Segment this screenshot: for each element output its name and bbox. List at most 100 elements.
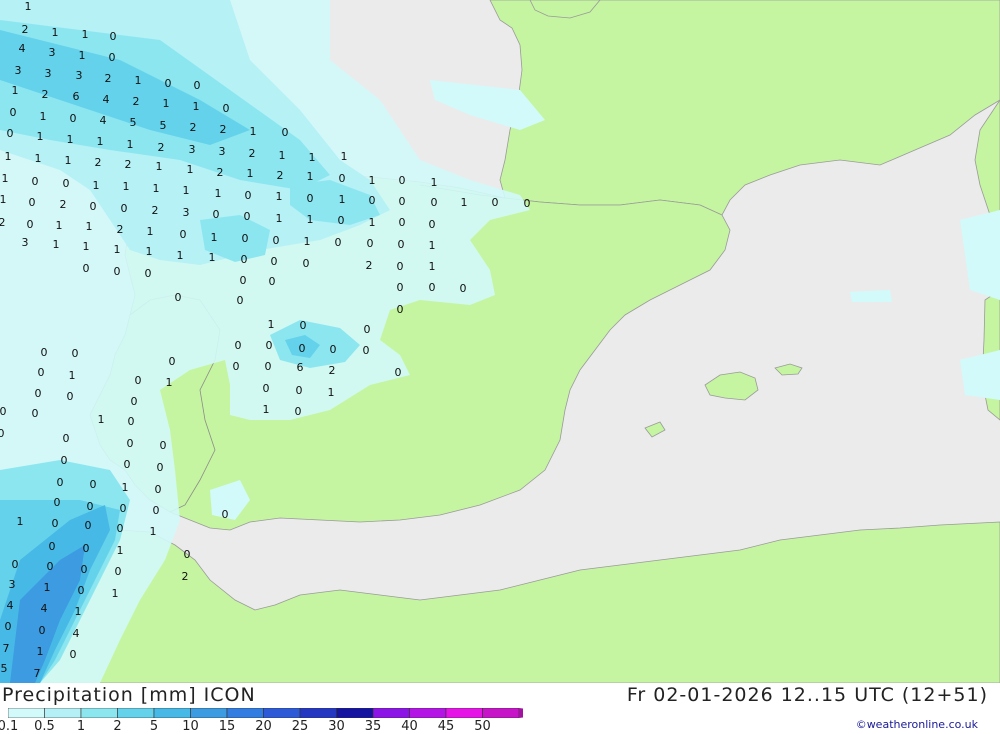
precip-value-label: 0	[12, 558, 19, 571]
precip-value-label: 1	[35, 152, 42, 165]
precip-value-label: 1	[40, 110, 47, 123]
precip-value-label: 0	[492, 196, 499, 209]
precip-value-label: 1	[37, 645, 44, 658]
precip-value-label: 3	[183, 206, 190, 219]
precip-value-label: 0	[339, 172, 346, 185]
precip-value-label: 0	[47, 560, 54, 573]
precip-value-label: 5	[130, 116, 137, 129]
precip-value-label: 0	[29, 196, 36, 209]
precip-value-label: 0	[367, 237, 374, 250]
precip-value-label: 2	[217, 166, 224, 179]
precip-value-label: 0	[335, 236, 342, 249]
color-scale-segment	[190, 708, 228, 718]
precip-value-label: 0	[153, 504, 160, 517]
precip-value-label: 1	[135, 74, 142, 87]
precip-value-label: 3	[76, 69, 83, 82]
color-scale-tick-label: 30	[328, 719, 345, 734]
precip-value-label: 0	[241, 253, 248, 266]
precip-value-label: 0	[61, 454, 68, 467]
precip-value-label: 1	[25, 0, 32, 13]
precip-value-label: 0	[364, 323, 371, 336]
color-scale-tick-label: 50	[474, 719, 491, 734]
precip-value-label: 1	[52, 26, 59, 39]
precip-value-label: 1	[112, 587, 119, 600]
precip-value-label: 1	[0, 193, 7, 206]
precip-value-label: 1	[177, 249, 184, 262]
precip-value-label: 0	[237, 294, 244, 307]
precip-value-label: 0	[303, 257, 310, 270]
precip-value-label: 0	[395, 366, 402, 379]
color-scale-segment	[8, 708, 45, 718]
color-scale-tick-label: 20	[255, 719, 272, 734]
color-scale-tick-label: 35	[364, 719, 382, 734]
precip-value-label: 0	[114, 265, 121, 278]
precip-value-label: 3	[49, 46, 56, 59]
precip-value-label: 0	[145, 267, 152, 280]
precip-value-label: 1	[93, 179, 100, 192]
color-scale-segment	[482, 708, 520, 718]
precip-value-label: 0	[157, 461, 164, 474]
precip-value-label: 1	[369, 174, 376, 187]
precip-value-label: 0	[90, 478, 97, 491]
precip-value-label: 2	[42, 88, 49, 101]
credit-link[interactable]: ©weatheronline.co.uk	[856, 718, 978, 731]
precip-value-label: 0	[184, 548, 191, 561]
color-scale-segment	[226, 708, 264, 718]
precip-value-label: 0	[460, 282, 467, 295]
precip-value-label: 1	[67, 133, 74, 146]
precip-value-label: 0	[110, 30, 117, 43]
precip-value-label: 0	[399, 195, 406, 208]
color-scale-segment	[372, 708, 410, 718]
precip-value-label: 0	[399, 216, 406, 229]
precip-value-label: 4	[73, 627, 80, 640]
precip-value-label: 2	[117, 223, 124, 236]
precip-value-label: 0	[32, 407, 39, 420]
precip-value-label: 0	[194, 79, 201, 92]
precip-value-label: 2	[329, 364, 336, 377]
precip-value-label: 0	[431, 196, 438, 209]
precip-value-label: 0	[213, 208, 220, 221]
precip-value-label: 1	[215, 187, 222, 200]
precip-value-label: 0	[399, 174, 406, 187]
precip-value-label: 2	[152, 204, 159, 217]
precip-value-label: 1	[44, 581, 51, 594]
precip-value-label: 1	[307, 213, 314, 226]
precip-value-label: 1	[150, 525, 157, 538]
precip-value-label: 0	[109, 51, 116, 64]
precip-value-label: 1	[209, 251, 216, 264]
precip-value-label: 0	[121, 202, 128, 215]
precip-value-label: 1	[97, 135, 104, 148]
precip-value-label: 1	[153, 182, 160, 195]
precip-value-label: 2	[277, 169, 284, 182]
precip-value-label: 1	[117, 544, 124, 557]
precip-value-label: 1	[5, 150, 12, 163]
color-scale-tick-label: 0.5	[34, 719, 55, 734]
precip-value-label: 0	[39, 624, 46, 637]
precip-value-label: 0	[282, 126, 289, 139]
color-scale-segment	[299, 708, 337, 718]
precip-value-label: 0	[135, 374, 142, 387]
precip-value-label: 0	[299, 342, 306, 355]
precip-value-label: 2	[366, 259, 373, 272]
precip-value-label: 2	[60, 198, 67, 211]
precip-value-label: 5	[1, 662, 8, 675]
precip-value-label: 0	[87, 500, 94, 513]
precip-value-label: 0	[83, 262, 90, 275]
precip-value-label: 0	[128, 415, 135, 428]
precip-value-label: 0	[369, 194, 376, 207]
precip-value-label: 0	[63, 432, 70, 445]
precip-value-label: 2	[249, 147, 256, 160]
precip-value-label: 1	[166, 376, 173, 389]
precip-value-label: 0	[240, 274, 247, 287]
precip-value-label: 1	[304, 235, 311, 248]
precip-value-label: 1	[279, 149, 286, 162]
precip-value-label: 3	[189, 143, 196, 156]
precip-value-label: 0	[155, 483, 162, 496]
precip-value-label: 2	[95, 156, 102, 169]
precip-value-label: 1	[127, 138, 134, 151]
precip-value-label: 0	[397, 281, 404, 294]
precip-value-label: 0	[5, 620, 12, 633]
precip-value-label: 1	[98, 413, 105, 426]
precip-value-label: 1	[69, 369, 76, 382]
precipitation-map[interactable]: 1 2 1 1 0 4 3 1 0 3 3 3 2 1 0 0 1 2 6 4 2 1 1 0 0 1 0 4 5 5 2 2 1 0 0 1 1 1 1 2…	[0, 0, 1000, 683]
